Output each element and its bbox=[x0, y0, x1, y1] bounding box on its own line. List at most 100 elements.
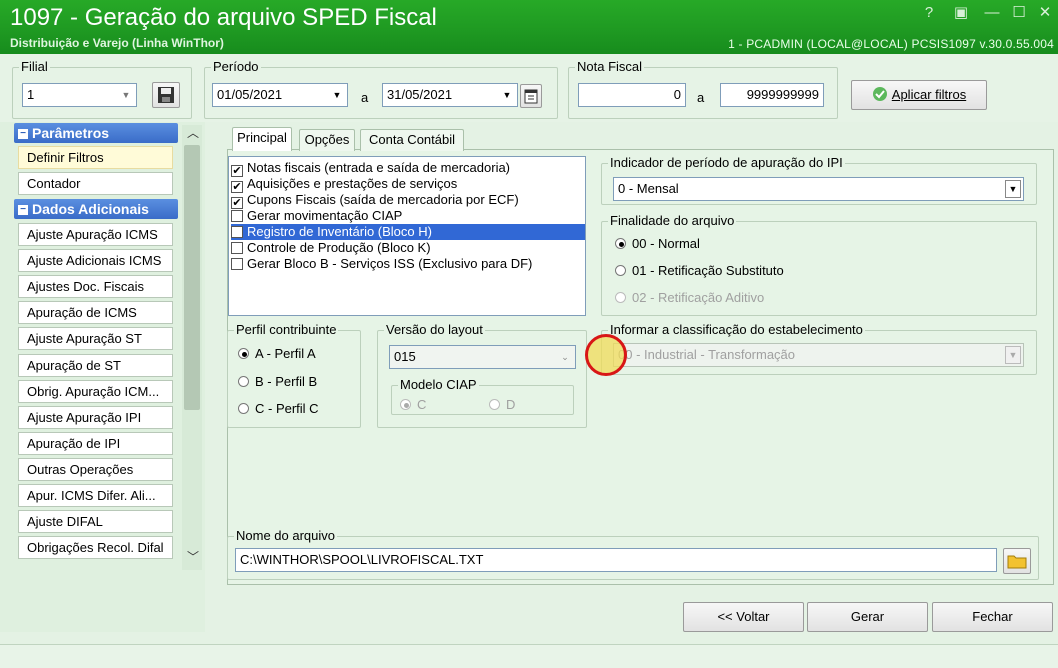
tab-conta-contabil[interactable]: Conta Contábil bbox=[360, 129, 464, 151]
checkbox-icon bbox=[231, 210, 243, 222]
ipi-value: 0 - Mensal bbox=[618, 181, 679, 196]
sidebar-header-label: Parâmetros bbox=[32, 125, 110, 141]
sidebar-item[interactable]: Apuração de ICMS bbox=[18, 301, 173, 325]
collapse-icon: − bbox=[18, 129, 28, 140]
sidebar-item[interactable]: Apur. ICMS Difer. Ali... bbox=[18, 484, 173, 507]
finalidade-option[interactable]: 01 - Retificação Substituto bbox=[615, 263, 784, 278]
sidebar-header-dados[interactable]: − Dados Adicionais bbox=[14, 199, 178, 219]
scroll-up-icon[interactable]: ︿ bbox=[187, 124, 199, 141]
sidebar-header-label: Dados Adicionais bbox=[32, 201, 149, 217]
checklist-item[interactable]: ✔ Notas fiscais (entrada e saída de merca… bbox=[231, 160, 516, 177]
checklist-item[interactable]: Gerar movimentação CIAP bbox=[231, 208, 408, 224]
checklist-item[interactable]: ✔ Aquisições e prestações de serviços bbox=[231, 176, 463, 193]
sidebar-item[interactable]: Ajuste Apuração IPI bbox=[18, 405, 173, 429]
sidebar-item[interactable]: Ajuste DIFAL bbox=[18, 510, 173, 534]
radio-icon bbox=[489, 399, 500, 410]
check-circle-icon bbox=[872, 87, 887, 101]
perfil-option[interactable]: C - Perfil C bbox=[238, 401, 319, 416]
sidebar-item[interactable]: Outras Operações bbox=[18, 457, 173, 481]
sidebar-item[interactable]: Ajuste Apuração ST bbox=[18, 327, 173, 351]
ipi-label: Indicador de período de apuração do IPI bbox=[608, 155, 845, 170]
generate-button[interactable]: Gerar bbox=[807, 602, 928, 632]
perfil-option-label: A - Perfil A bbox=[255, 346, 316, 361]
nota-separator: a bbox=[697, 90, 705, 105]
tab-opcoes[interactable]: Opções bbox=[299, 129, 355, 151]
periodo-start-field[interactable]: 01/05/2021 ▼ bbox=[212, 83, 348, 107]
checkbox-icon bbox=[231, 242, 243, 254]
layout-label: Versão do layout bbox=[384, 322, 485, 337]
sidebar-item[interactable]: Ajuste Adicionais ICMS bbox=[18, 249, 173, 273]
sidebar-item[interactable]: Ajustes Doc. Fiscais bbox=[18, 275, 173, 299]
perfil-option[interactable]: A - Perfil A bbox=[238, 346, 316, 361]
close-button[interactable]: ✕ bbox=[1034, 4, 1056, 22]
finalidade-label: Finalidade do arquivo bbox=[608, 213, 737, 228]
finalidade-option[interactable]: 02 - Retificação Aditivo bbox=[615, 290, 764, 305]
chevron-down-icon: ▼ bbox=[1005, 346, 1021, 364]
close-window-button[interactable]: Fechar bbox=[932, 602, 1053, 632]
sidebar-item[interactable]: Obrigações Recol. Difal bbox=[18, 536, 173, 560]
finalidade-option-label: 00 - Normal bbox=[632, 236, 700, 251]
periodo-separator: a bbox=[361, 90, 369, 105]
sidebar-item[interactable]: Apuração de IPI bbox=[18, 431, 173, 455]
maximize-button[interactable]: ☐ bbox=[1008, 4, 1030, 22]
calendar-button[interactable] bbox=[520, 84, 542, 108]
perfil-option-label: B - Perfil B bbox=[255, 373, 318, 389]
checkbox-icon bbox=[231, 258, 243, 270]
arquivo-input[interactable]: C:\WINTHOR\SPOOL\LIVROFISCAL.TXT bbox=[235, 548, 997, 572]
sidebar-scroll-thumb[interactable] bbox=[184, 145, 200, 410]
periodo-end-field[interactable]: 31/05/2021 ▼ bbox=[382, 83, 518, 107]
arquivo-label: Nome do arquivo bbox=[234, 528, 337, 543]
collapse-icon: − bbox=[18, 205, 28, 216]
checklist-item[interactable]: Gerar Bloco B - Serviços ISS (Exclusivo … bbox=[231, 256, 538, 272]
checklist-label: Notas fiscais (entrada e saída de mercad… bbox=[247, 160, 511, 175]
help-button[interactable]: ? bbox=[918, 4, 940, 22]
browse-folder-button[interactable] bbox=[1003, 548, 1031, 574]
sidebar-header-parametros[interactable]: − Parâmetros bbox=[14, 123, 178, 143]
minimize-button[interactable]: — bbox=[981, 4, 1003, 22]
scroll-down-icon[interactable]: ﹀ bbox=[187, 548, 199, 565]
sidebar-item[interactable]: Definir Filtros bbox=[18, 146, 173, 169]
layout-select[interactable]: 015 ⌄ bbox=[389, 345, 576, 369]
sidebar-item[interactable]: Contador bbox=[18, 172, 173, 195]
filter-toolbar: Filial 1 ▼ Período 01/05/2021 ▼ a 31/05/… bbox=[0, 54, 1058, 122]
ciap-option-c[interactable]: C bbox=[400, 397, 426, 412]
classificacao-select[interactable]: 00 - Industrial - Transformação ▼ bbox=[613, 343, 1024, 367]
periodo-start-value: 01/05/2021 bbox=[217, 87, 283, 102]
chevron-down-icon: ▼ bbox=[1005, 180, 1021, 198]
periodo-label: Período bbox=[211, 59, 261, 74]
finalidade-option-label: 02 - Retificação Aditivo bbox=[632, 290, 765, 305]
filial-select[interactable]: 1 ▼ bbox=[22, 83, 137, 107]
perfil-option[interactable]: B - Perfil B bbox=[238, 374, 317, 389]
back-button[interactable]: << Voltar bbox=[683, 602, 804, 632]
classificacao-value: 00 - Industrial - Transformação bbox=[618, 347, 796, 362]
restore-icon[interactable]: ▣ bbox=[950, 4, 972, 22]
save-button[interactable] bbox=[152, 82, 180, 108]
filial-value: 1 bbox=[27, 87, 35, 102]
classificacao-label: Informar a classificação do estabelecime… bbox=[608, 322, 865, 337]
checklist-label: Registro de Inventário (Bloco H) bbox=[247, 224, 432, 239]
radio-icon bbox=[615, 265, 626, 276]
checklist-label: Controle de Produção (Bloco K) bbox=[247, 240, 431, 255]
radio-icon bbox=[615, 292, 626, 303]
ipi-select[interactable]: 0 - Mensal ▼ bbox=[613, 177, 1024, 201]
checkbox-icon bbox=[231, 226, 243, 238]
ciap-c-label: C bbox=[417, 397, 427, 412]
sidebar-item[interactable]: Apuração de ST bbox=[18, 353, 173, 377]
radio-icon bbox=[238, 403, 249, 414]
nota-end-field[interactable]: 9999999999 bbox=[720, 83, 824, 107]
tab-principal[interactable]: Principal bbox=[232, 127, 292, 151]
periodo-end-value: 31/05/2021 bbox=[387, 87, 453, 102]
nota-start-field[interactable]: 0 bbox=[578, 83, 686, 107]
checklist-item[interactable]: ✔ Cupons Fiscais (saída de mercadoria por… bbox=[231, 192, 525, 209]
chevron-down-icon: ⌄ bbox=[561, 352, 569, 362]
ciap-option-d[interactable]: D bbox=[489, 397, 515, 412]
nota-fiscal-label: Nota Fiscal bbox=[575, 59, 645, 74]
checklist-item[interactable]: Controle de Produção (Bloco K) bbox=[231, 240, 437, 256]
checklist-item[interactable]: Registro de Inventário (Bloco H) bbox=[231, 224, 585, 240]
sidebar-item[interactable]: Obrig. Apuração ICM... bbox=[18, 379, 173, 403]
sidebar-item[interactable]: Ajuste Apuração ICMS bbox=[18, 223, 173, 246]
checklist-label: Cupons Fiscais (saída de mercadoria por … bbox=[247, 192, 519, 207]
apply-filters-button[interactable]: Aplicar filtros bbox=[851, 80, 987, 110]
checklist-label: Gerar Bloco B - Serviços ISS (Exclusivo … bbox=[247, 256, 533, 271]
finalidade-option[interactable]: 00 - Normal bbox=[615, 236, 700, 251]
